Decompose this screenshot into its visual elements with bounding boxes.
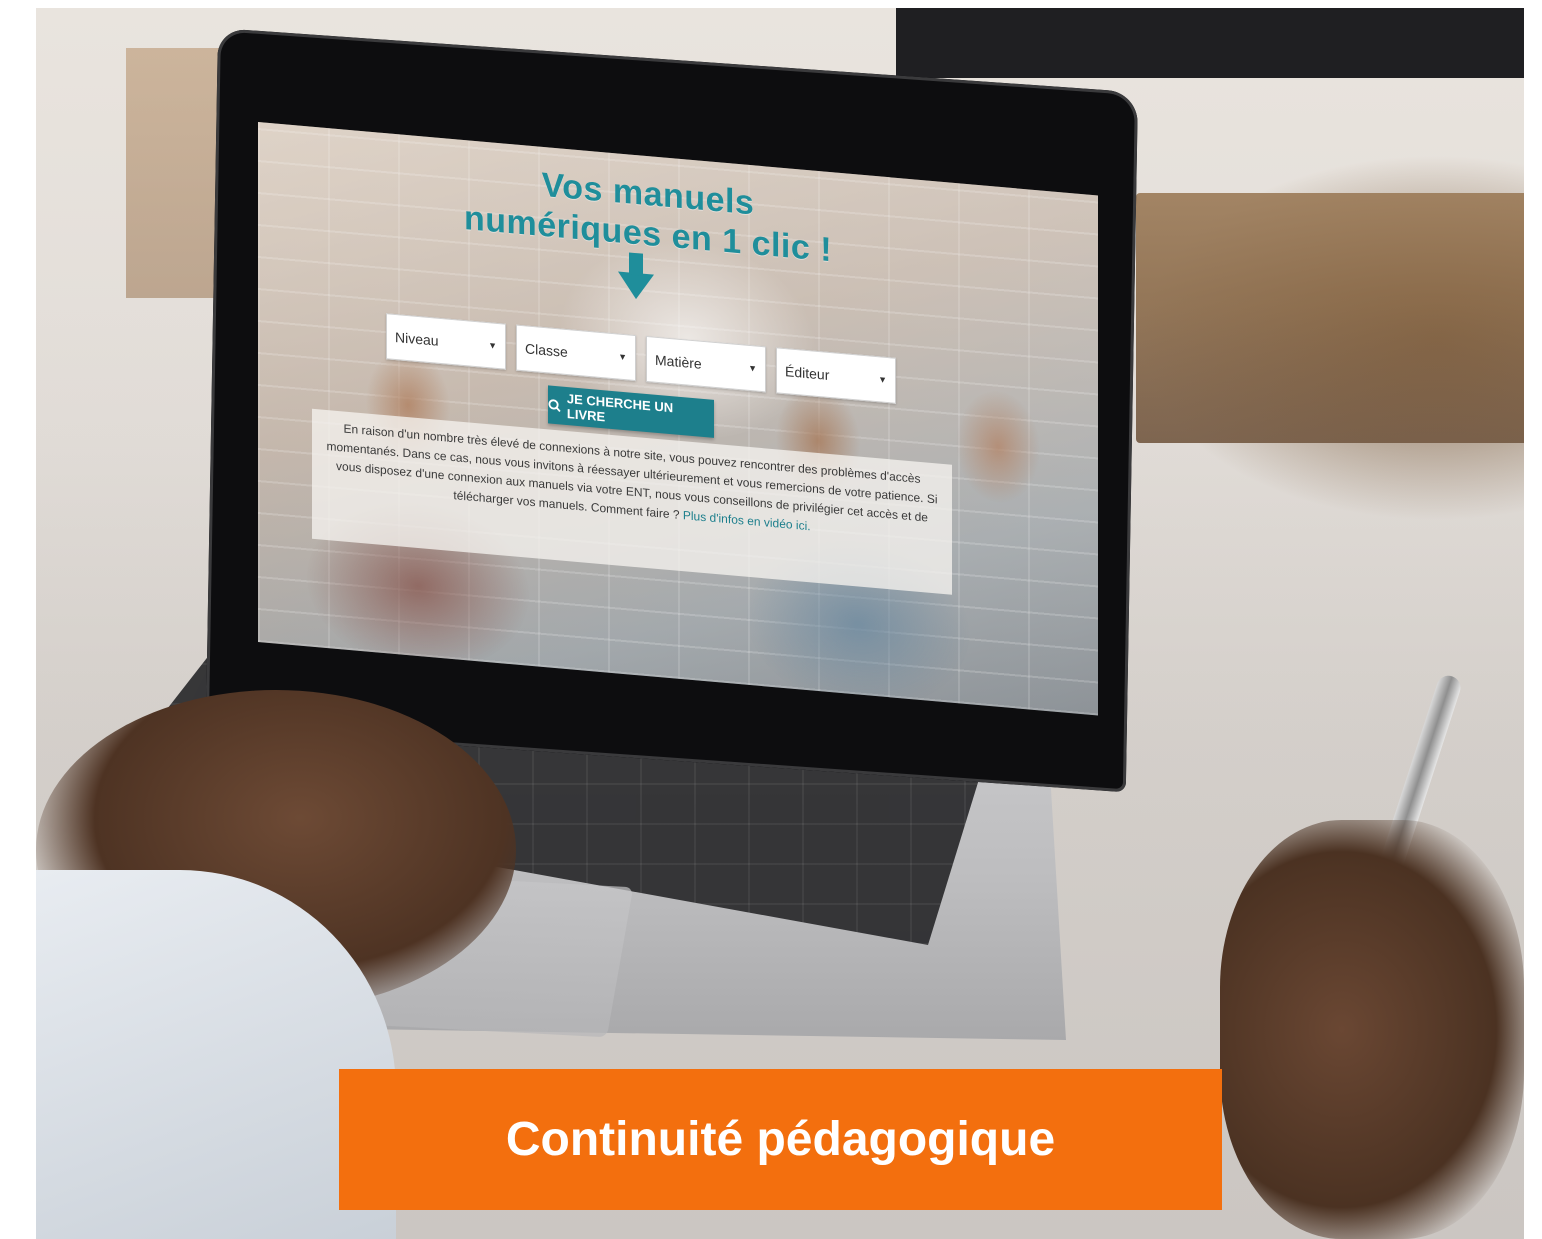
select-editeur-label: Éditeur	[785, 363, 830, 383]
caret-down-icon: ▼	[488, 340, 497, 351]
caret-down-icon: ▼	[748, 362, 757, 374]
caret-down-icon: ▼	[618, 351, 627, 363]
dark-monitor-corner	[896, 8, 1524, 78]
select-matiere-label: Matière	[655, 351, 702, 372]
laptop-screen: Vos manuels numériques en 1 clic ! Nivea…	[258, 122, 1098, 716]
banner[interactable]: Continuité pédagogique	[339, 1069, 1222, 1210]
arrow-down-icon	[618, 271, 654, 301]
caret-down-icon: ▼	[878, 374, 887, 386]
banner-title: Continuité pédagogique	[505, 1113, 1056, 1166]
select-niveau-label: Niveau	[395, 328, 439, 349]
select-classe-label: Classe	[525, 340, 568, 361]
search-icon	[548, 398, 561, 412]
right-hand	[1220, 820, 1524, 1239]
